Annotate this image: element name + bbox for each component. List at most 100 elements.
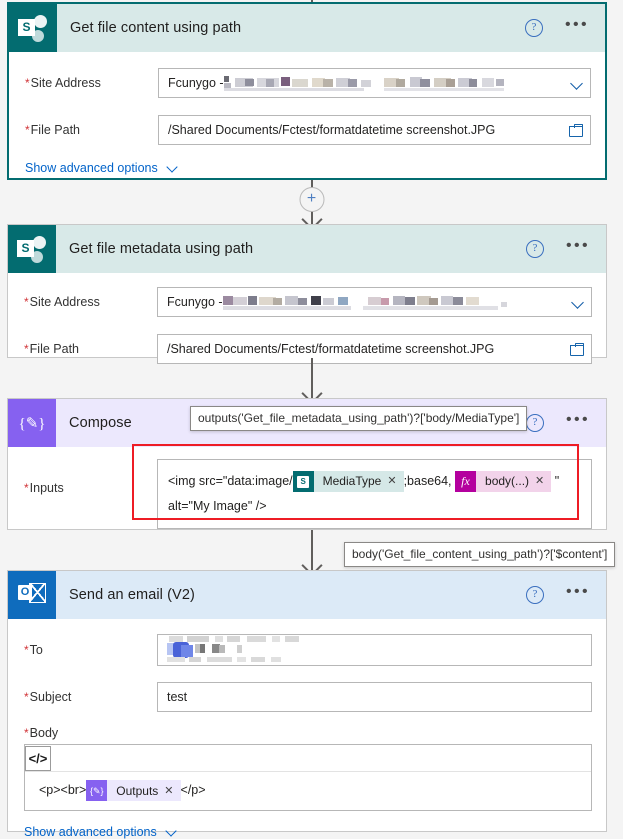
more-commands-button[interactable]: ••• <box>565 17 589 34</box>
field-row-to: *To <box>8 631 606 669</box>
required-asterisk: * <box>25 123 30 137</box>
site-address-input[interactable]: Fcunygo - <box>157 287 592 317</box>
action-card-send-an-email[interactable]: Send an email (V2) ? ••• *To <box>7 570 607 839</box>
field-row-file-path: *File Path /Shared Documents/Fctest/form… <box>9 111 605 149</box>
expression-prefix-text: <img src="data:image/ <box>168 474 293 488</box>
token-outputs[interactable]: {✎} Outputs ✕ <box>86 780 181 802</box>
show-advanced-options-label: Show advanced options <box>24 825 157 839</box>
required-asterisk: * <box>24 643 29 657</box>
field-label-inputs: *Inputs <box>24 481 64 495</box>
function-fx-icon: fx <box>455 471 477 493</box>
insert-step-button[interactable]: + <box>299 187 324 212</box>
field-label-file-path: *File Path <box>24 342 80 356</box>
show-advanced-options-link-1[interactable]: Show advanced options <box>9 149 179 175</box>
card-header[interactable]: Send an email (V2) ? ••• <box>8 571 606 619</box>
card-title: Get file metadata using path <box>69 241 254 257</box>
file-path-input[interactable]: /Shared Documents/Fctest/formatdatetime … <box>158 115 591 145</box>
card-body: *Inputs <img src="data:image/ S MediaTyp… <box>8 459 606 529</box>
token-label: body(...) <box>485 474 530 489</box>
required-asterisk: * <box>24 295 29 309</box>
token-remove-icon[interactable]: ✕ <box>387 468 403 495</box>
more-commands-button[interactable]: ••• <box>566 238 590 255</box>
chevron-down-icon <box>167 162 179 174</box>
show-advanced-options-link-2[interactable]: Show advanced options <box>8 811 178 839</box>
token-body-expression[interactable]: fx body(...) ✕ <box>455 468 552 495</box>
field-label-file-path: *File Path <box>25 123 81 137</box>
required-asterisk: * <box>24 342 29 356</box>
card-header[interactable]: S Get file content using path ? ••• <box>9 4 605 52</box>
field-label-body: *Body <box>24 726 59 740</box>
field-label-site-address: *Site Address <box>24 295 100 309</box>
field-label-to: *To <box>24 643 43 657</box>
outlook-icon <box>8 571 56 619</box>
chevron-down-icon <box>166 826 178 838</box>
field-row-inputs: *Inputs <img src="data:image/ S MediaTyp… <box>8 459 606 529</box>
field-row-subject: *Subject test <box>8 678 606 716</box>
card-title: Get file content using path <box>70 20 242 36</box>
token-remove-icon[interactable]: ✕ <box>164 780 180 802</box>
flow-designer-canvas: S Get file content using path ? ••• *Sit… <box>0 0 623 839</box>
token-label: MediaType <box>322 474 382 489</box>
content-expression-tooltip: body('Get_file_content_using_path')?['$c… <box>344 542 616 567</box>
token-remove-icon[interactable]: ✕ <box>535 468 551 495</box>
redacted-text <box>222 294 523 310</box>
site-address-value: Fcunygo - <box>167 295 223 309</box>
more-commands-button[interactable]: ••• <box>566 584 590 601</box>
redacted-recipient <box>167 636 317 664</box>
compose-inputs-editor[interactable]: <img src="data:image/ S MediaType ✕ ;base6… <box>157 459 592 529</box>
mediatype-expression-tooltip: outputs('Get_file_metadata_using_path')?… <box>190 406 528 431</box>
show-advanced-options-label: Show advanced options <box>25 161 158 175</box>
help-icon[interactable]: ? <box>524 19 543 37</box>
connector-1-2: + <box>0 180 623 231</box>
subject-input[interactable]: test <box>157 682 592 712</box>
folder-icon[interactable] <box>569 123 584 137</box>
card-body: *To *Subject test *Body </> <p><br> {✎} … <box>8 631 606 839</box>
expression-suffix-text: " <box>554 474 560 488</box>
to-recipients-input[interactable] <box>157 634 592 666</box>
chevron-down-icon[interactable] <box>571 77 584 90</box>
action-card-get-file-metadata[interactable]: S Get file metadata using path ? ••• *Si… <box>7 224 607 364</box>
connector-2-3 <box>0 358 623 405</box>
editor-toolbar: </> <box>25 745 591 772</box>
body-prefix-text: <p><br> <box>39 783 87 797</box>
help-icon[interactable]: ? <box>525 586 544 604</box>
folder-icon[interactable] <box>570 342 585 356</box>
editor-content[interactable]: <p><br> {✎} Outputs ✕ </p> <box>25 772 591 810</box>
action-card-get-file-content[interactable]: S Get file content using path ? ••• *Sit… <box>7 2 607 180</box>
token-mediatype[interactable]: S MediaType ✕ <box>292 468 404 495</box>
field-label-subject: *Subject <box>24 690 72 704</box>
required-asterisk: * <box>25 76 30 90</box>
chevron-down-icon[interactable] <box>572 296 585 309</box>
redacted-text <box>223 75 524 91</box>
field-row-site-address: *Site Address Fcunygo - <box>8 283 606 321</box>
body-suffix-text: </p> <box>180 783 206 797</box>
field-row-body: *Body </> <p><br> {✎} Outputs ✕ </p> <box>8 716 606 812</box>
sharepoint-icon: S <box>9 4 57 52</box>
field-label-site-address: *Site Address <box>25 76 101 90</box>
expression-middle-text: ;base64, <box>403 474 452 488</box>
code-view-button[interactable]: </> <box>25 745 51 771</box>
expression-line2: alt="My Image" /> <box>168 499 267 513</box>
sharepoint-icon: S <box>292 471 314 493</box>
help-icon[interactable]: ? <box>525 240 544 258</box>
card-title: Send an email (V2) <box>69 587 195 603</box>
file-path-value: /Shared Documents/Fctest/formatdatetime … <box>167 342 495 356</box>
connector-line <box>300 358 323 405</box>
required-asterisk: * <box>24 481 29 495</box>
file-path-value: /Shared Documents/Fctest/formatdatetime … <box>168 123 496 137</box>
site-address-input[interactable]: Fcunygo - <box>158 68 591 98</box>
required-asterisk: * <box>24 726 29 740</box>
compose-braces-icon: {✎} <box>86 780 108 802</box>
card-header[interactable]: S Get file metadata using path ? ••• <box>8 225 606 273</box>
sharepoint-icon: S <box>8 225 56 273</box>
site-address-value: Fcunygo - <box>168 76 224 90</box>
required-asterisk: * <box>24 690 29 704</box>
more-commands-button[interactable]: ••• <box>566 412 590 429</box>
help-icon[interactable]: ? <box>525 414 544 432</box>
email-body-editor[interactable]: </> <p><br> {✎} Outputs ✕ </p> <box>24 744 592 812</box>
compose-braces-icon: {✎} <box>8 399 56 447</box>
field-row-site-address: *Site Address Fcunygo - <box>9 64 605 102</box>
card-body: *Site Address Fcunygo - *File Path /Shar… <box>8 283 606 368</box>
card-body: *Site Address Fcunygo - *File Path /Shar… <box>9 64 605 175</box>
token-label: Outputs <box>116 783 159 798</box>
